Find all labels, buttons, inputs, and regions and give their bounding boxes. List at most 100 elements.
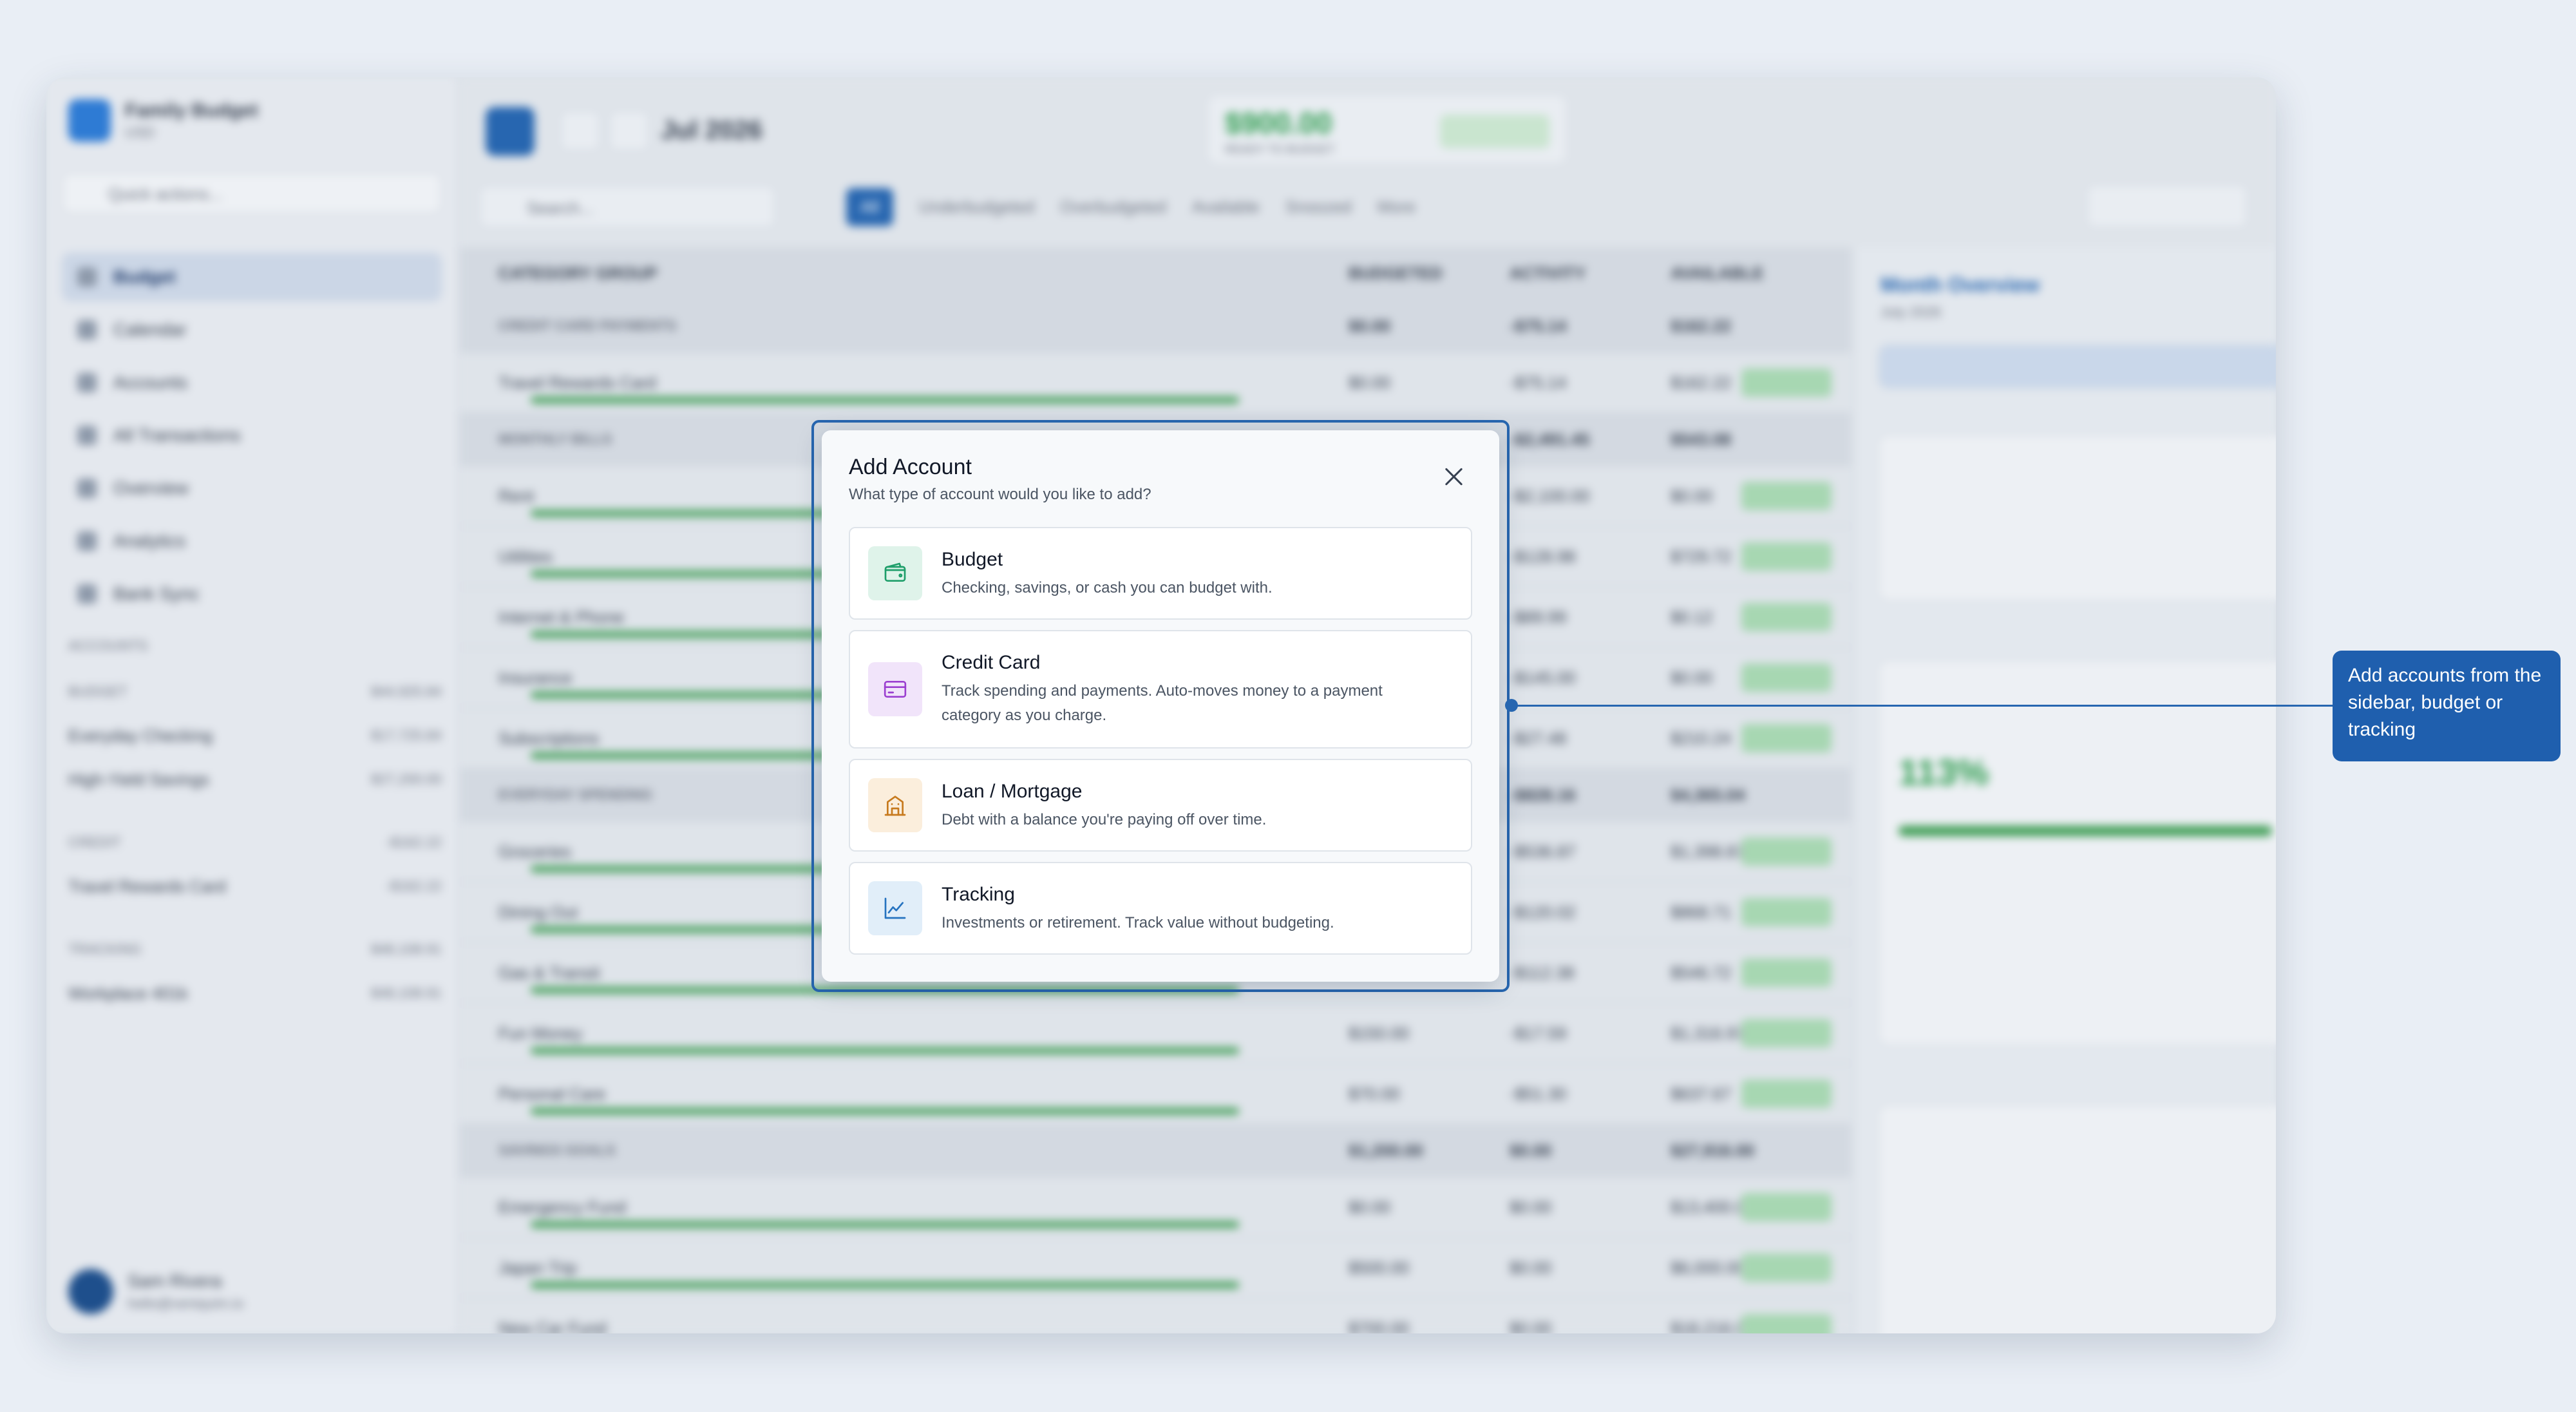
sidebar-item-overview[interactable]: Overview <box>62 464 442 513</box>
category-name: Fun Money <box>498 1023 583 1043</box>
budgeted-amount[interactable]: $0.00 <box>1349 373 1390 393</box>
category-name: New Car Fund <box>498 1318 607 1334</box>
option-title: Tracking <box>942 884 1015 905</box>
close-icon[interactable] <box>1441 464 1467 490</box>
sidebar-item-label: Bank Sync <box>113 584 200 604</box>
available-pill <box>1741 1254 1832 1282</box>
column-header: ACTIVITY <box>1510 263 1586 283</box>
table-row[interactable]: Fun Money $150.00 -$17.59 $1,316.97 <box>460 1004 1851 1064</box>
sidebar-item-accounts[interactable]: Accounts <box>62 358 442 407</box>
sidebar-item-bank-sync[interactable]: Bank Sync <box>62 569 442 618</box>
category-group-row[interactable]: SAVINGS GOALS $1,200.00 $0.00 $27,916.00 <box>460 1125 1851 1178</box>
category-name: Insurance <box>498 667 573 687</box>
option-description: Debt with a balance you're paying off ov… <box>942 811 1267 828</box>
category-name: Internet & Phone <box>498 607 625 627</box>
budgeted-amount[interactable]: $0.00 <box>1349 316 1390 336</box>
budgeted-amount[interactable]: $0.00 <box>1349 1197 1390 1217</box>
filter-snoozed[interactable]: Snoozed <box>1285 197 1352 217</box>
budgeted-amount[interactable]: $500.00 <box>1349 1258 1409 1278</box>
accounts-icon <box>77 373 97 392</box>
category-name: Travel Rewards Card <box>498 372 656 392</box>
category-name: Utilities <box>498 546 553 566</box>
account-row[interactable]: High-Yield Savings $27,200.00 <box>68 758 442 801</box>
activity-amount: -$89.99 <box>1510 607 1567 627</box>
available-pill <box>1741 1080 1832 1108</box>
account-group-tracking[interactable]: TRACKING $48,108.91 <box>68 928 442 971</box>
workspace-logo-icon <box>68 99 111 142</box>
filter-all[interactable]: All <box>846 188 893 226</box>
activity-amount: -$27.48 <box>1510 728 1567 748</box>
category-name: Gas & Transit <box>498 962 600 982</box>
budget-button[interactable] <box>1440 115 1549 148</box>
account-group-credit[interactable]: CREDIT -$162.22 <box>68 821 442 864</box>
auto-budget-button[interactable] <box>1878 344 2276 389</box>
available-amount: $210.24 <box>1671 728 1731 748</box>
progress-bar <box>531 1047 1239 1054</box>
account-type-budget-option[interactable]: Budget Checking, savings, or cash you ca… <box>849 527 1472 620</box>
category-group-row[interactable]: CREDIT CARD PAYMENTS $0.00 -$75.14 $162.22 <box>460 300 1851 353</box>
month-label: Jul 2026 <box>661 116 762 144</box>
sidebar-item-calendar[interactable]: Calendar <box>62 305 442 354</box>
account-type-credit-card-option[interactable]: Credit Card Track spending and payments.… <box>849 630 1472 749</box>
sidebar: Family Budget USD Quick actions... Budge… <box>46 77 459 1333</box>
option-description: Investments or retirement. Track value w… <box>942 914 1334 931</box>
credit-card-icon <box>868 662 922 716</box>
budgeted-amount[interactable]: $70.00 <box>1349 1084 1400 1104</box>
activity-amount: -$75.14 <box>1510 372 1567 392</box>
coverage-progress-bar <box>1899 826 2272 836</box>
activity-amount: -$128.98 <box>1510 546 1576 566</box>
activity-amount: $0.00 <box>1510 1257 1552 1277</box>
available-amount: $868.71 <box>1671 902 1731 922</box>
account-row[interactable]: Everyday Checking $17,725.84 <box>68 714 442 758</box>
panel-subtitle: July 2026 <box>1880 304 1942 320</box>
table-row[interactable]: Personal Care $70.00 -$51.30 $637.67 <box>460 1064 1851 1125</box>
progress-bar <box>531 1221 1239 1228</box>
workspace-header[interactable]: Family Budget USD <box>68 99 258 142</box>
available-amount: $546.72 <box>1671 962 1731 982</box>
available-amount: $543.08 <box>1671 429 1731 449</box>
account-type-loan-option[interactable]: Loan / Mortgage Debt with a balance you'… <box>849 759 1472 852</box>
sidebar-item-label: Budget <box>113 267 176 287</box>
quick-actions-input[interactable]: Quick actions... <box>62 173 442 214</box>
available-amount: $0.00 <box>1671 486 1713 506</box>
sidebar-item-budget[interactable]: Budget <box>62 253 442 301</box>
sidebar-item-label: Analytics <box>113 531 186 551</box>
available-amount: $27,916.00 <box>1671 1140 1755 1160</box>
account-type-tracking-option[interactable]: Tracking Investments or retirement. Trac… <box>849 862 1472 955</box>
prev-month-button[interactable] <box>560 111 600 151</box>
activity-amount: $0.00 <box>1510 1140 1552 1160</box>
user-name: Sam Rivera <box>128 1271 222 1291</box>
budgeted-amount[interactable]: $700.00 <box>1349 1319 1409 1334</box>
filter-available[interactable]: Available <box>1192 197 1260 217</box>
month-overview-panel: Month Overview July 2026 113% <box>1853 247 2276 1333</box>
budgeted-amount[interactable]: $1,200.00 <box>1349 1141 1423 1161</box>
activity-amount: -$828.16 <box>1510 785 1576 805</box>
budgeted-amount[interactable]: $150.00 <box>1349 1024 1409 1044</box>
filter-underbudgeted[interactable]: Underbudgeted <box>919 197 1034 217</box>
category-name: Rent <box>498 486 534 506</box>
category-name: Groceries <box>498 841 571 861</box>
option-description: Checking, savings, or cash you can budge… <box>942 579 1273 596</box>
overview-icon <box>77 479 97 498</box>
table-row[interactable]: Japan Trip $500.00 $0.00 $6,000.00 <box>460 1238 1851 1299</box>
coverage-percent: 113% <box>1899 752 1989 792</box>
search-input[interactable]: Search... <box>479 186 775 228</box>
filter-more[interactable]: More <box>1378 197 1416 217</box>
account-group-budget[interactable]: BUDGET $44,925.84 <box>68 670 442 714</box>
available-pill <box>1741 482 1832 510</box>
account-row[interactable]: Travel Rewards Card -$162.22 <box>68 864 442 908</box>
next-month-button[interactable] <box>609 111 649 151</box>
table-row[interactable]: New Car Fund $700.00 $0.00 $18,216.00 <box>460 1299 1851 1333</box>
calendar-button[interactable] <box>486 107 535 156</box>
table-row[interactable]: Travel Rewards Card $0.00 -$75.14 $162.22 <box>460 353 1851 414</box>
top-bar: Jul 2026 $900.00 READY TO BUDGET Search.… <box>460 77 2276 228</box>
account-row[interactable]: Workplace 401k $48,108.91 <box>68 971 442 1015</box>
user-profile[interactable]: Sam Rivera hello@veniquim.io <box>68 1269 243 1314</box>
sidebar-item-all-transactions[interactable]: All Transactions <box>62 411 442 460</box>
sidebar-item-analytics[interactable]: Analytics <box>62 517 442 566</box>
table-row[interactable]: Emergency Fund $0.00 $0.00 $13,400.00 <box>460 1178 1851 1238</box>
available-pill <box>1741 959 1832 987</box>
filter-overbudgeted[interactable]: Overbudgeted <box>1060 197 1166 217</box>
sidebar-nav: Budget Calendar Accounts All Transaction… <box>62 253 442 622</box>
options-button[interactable] <box>2087 184 2248 228</box>
